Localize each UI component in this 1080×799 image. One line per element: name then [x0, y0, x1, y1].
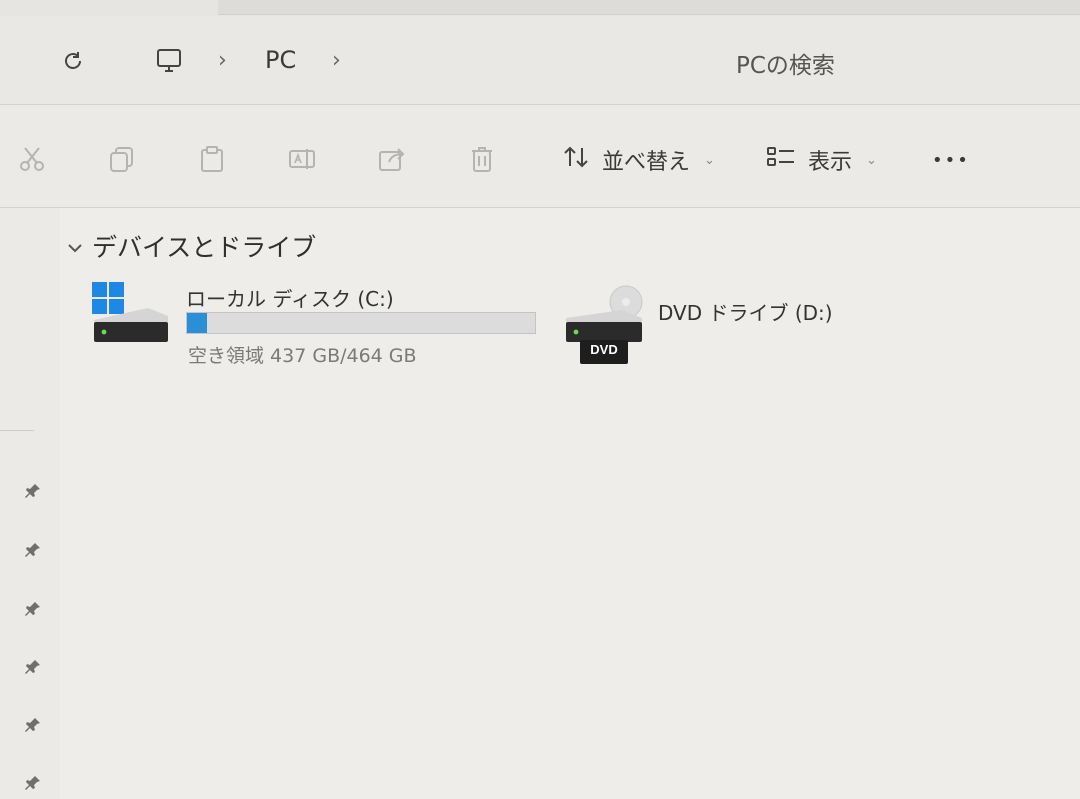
more-options-button[interactable]: •••: [932, 140, 970, 180]
rename-icon[interactable]: [284, 140, 320, 178]
section-title: デバイスとドライブ: [92, 233, 317, 262]
search-input[interactable]: PCの検索: [736, 46, 835, 80]
view-list-icon: [766, 144, 798, 176]
drive-c-usage-fill: [187, 313, 208, 333]
view-label: 表示: [808, 150, 853, 175]
breadcrumb-chevron-icon[interactable]: ›: [332, 48, 341, 73]
pin-icon[interactable]: [22, 480, 44, 502]
divider: [0, 430, 34, 431]
dvd-badge: DVD: [590, 342, 618, 357]
local-disk-icon[interactable]: [88, 280, 170, 346]
copy-icon[interactable]: [104, 140, 140, 178]
chevron-down-icon: [66, 232, 84, 261]
pin-icon[interactable]: [22, 598, 44, 620]
pin-icon[interactable]: [22, 539, 44, 561]
pin-icon[interactable]: [22, 772, 44, 794]
sort-label: 並べ替え: [602, 150, 691, 175]
breadcrumb-chevron-icon[interactable]: ›: [218, 48, 227, 73]
pin-icon[interactable]: [22, 714, 44, 736]
sort-button[interactable]: 並べ替え ⌄: [562, 140, 715, 180]
drive-d-label[interactable]: DVD ドライブ (D:): [658, 297, 833, 326]
chevron-down-icon: ⌄: [866, 152, 877, 168]
view-button[interactable]: 表示 ⌄: [766, 140, 877, 180]
sort-icon: [562, 144, 592, 176]
window-top-strip: [0, 0, 1080, 16]
section-header[interactable]: デバイスとドライブ: [66, 228, 316, 264]
scissors-icon[interactable]: [14, 140, 50, 178]
tab-strip: [218, 0, 1080, 15]
command-bar: [0, 105, 1080, 207]
more-icon: •••: [932, 149, 970, 171]
navigation-pane: [0, 208, 60, 799]
breadcrumb-item-pc[interactable]: PC: [265, 46, 296, 74]
drive-c-label[interactable]: ローカル ディスク (C:): [186, 283, 394, 312]
share-icon[interactable]: [374, 140, 410, 178]
refresh-icon[interactable]: [58, 46, 88, 76]
drive-c-usage-bar: [186, 312, 536, 334]
drive-c-free-space: 空き領域 437 GB/464 GB: [188, 345, 417, 367]
chevron-down-icon: ⌄: [704, 152, 715, 168]
dvd-drive-icon[interactable]: DVD: [562, 280, 646, 366]
pin-icon[interactable]: [22, 656, 44, 678]
monitor-icon[interactable]: [152, 44, 186, 78]
clipboard-icon[interactable]: [194, 140, 230, 178]
trash-icon[interactable]: [464, 140, 500, 178]
